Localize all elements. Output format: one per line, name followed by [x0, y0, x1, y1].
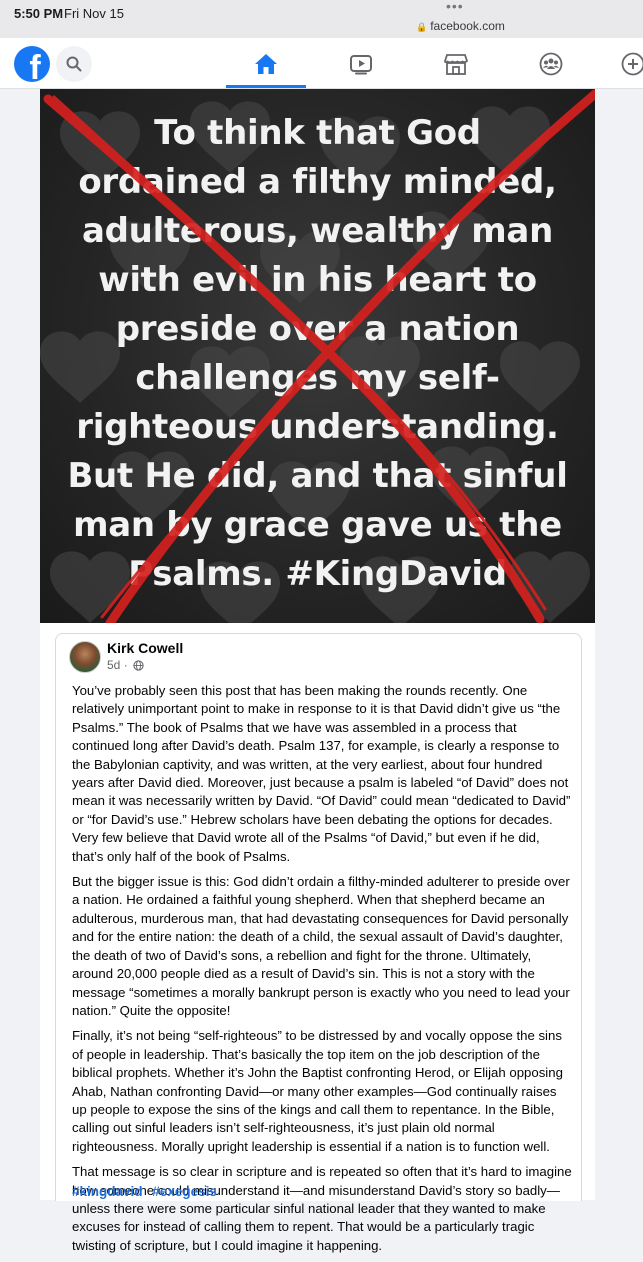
groups-icon	[539, 52, 563, 76]
shared-post: Kirk Cowell 5d · You’ve probably seen th…	[55, 633, 582, 1201]
facebook-logo-letter: f	[29, 51, 40, 82]
add-icon	[621, 52, 643, 76]
status-date: Fri Nov 15	[64, 6, 124, 21]
post-paragraph: That message is so clear in scripture an…	[72, 1163, 572, 1255]
active-tab-indicator	[226, 85, 306, 88]
red-x-mark	[40, 89, 595, 623]
post-card: To think that God ordained a filthy mind…	[40, 89, 595, 1200]
post-paragraph: You’ve probably seen this post that has …	[72, 682, 572, 866]
post-image[interactable]: To think that God ordained a filthy mind…	[40, 89, 595, 623]
search-icon	[66, 56, 82, 72]
tab-marketplace[interactable]	[432, 44, 480, 84]
marketplace-icon	[444, 53, 468, 75]
post-meta: 5d ·	[107, 658, 144, 672]
tab-home[interactable]	[242, 44, 290, 84]
post-body: You’ve probably seen this post that has …	[72, 682, 572, 1262]
ios-status-bar: 5:50 PM Fri Nov 15 ••• 🔒facebook.com	[0, 0, 643, 38]
tab-video[interactable]	[337, 44, 385, 84]
address-url: facebook.com	[430, 19, 505, 33]
home-icon	[254, 53, 278, 75]
hashtag-list: #kingdavid #exegesis	[72, 1184, 223, 1199]
facebook-logo[interactable]: f	[14, 46, 50, 82]
address-bar[interactable]: 🔒facebook.com	[416, 19, 505, 33]
hashtag-link[interactable]: #kingdavid	[72, 1184, 143, 1199]
globe-icon	[133, 660, 144, 671]
hashtag-link[interactable]: #exegesis	[152, 1184, 217, 1199]
status-time: 5:50 PM	[14, 6, 63, 21]
facebook-navbar: f	[0, 38, 643, 89]
video-icon	[349, 53, 373, 75]
post-author[interactable]: Kirk Cowell	[107, 640, 183, 656]
search-button[interactable]	[56, 46, 92, 82]
lock-icon: 🔒	[416, 22, 427, 32]
browser-more-dots[interactable]: •••	[446, 0, 464, 14]
tab-groups[interactable]	[527, 44, 575, 84]
post-paragraph: But the bigger issue is this: God didn’t…	[72, 873, 572, 1020]
avatar[interactable]	[69, 641, 101, 673]
tab-add[interactable]	[618, 44, 643, 84]
post-paragraph: Finally, it’s not being “self-righteous”…	[72, 1027, 572, 1156]
post-timestamp[interactable]: 5d	[107, 658, 120, 672]
